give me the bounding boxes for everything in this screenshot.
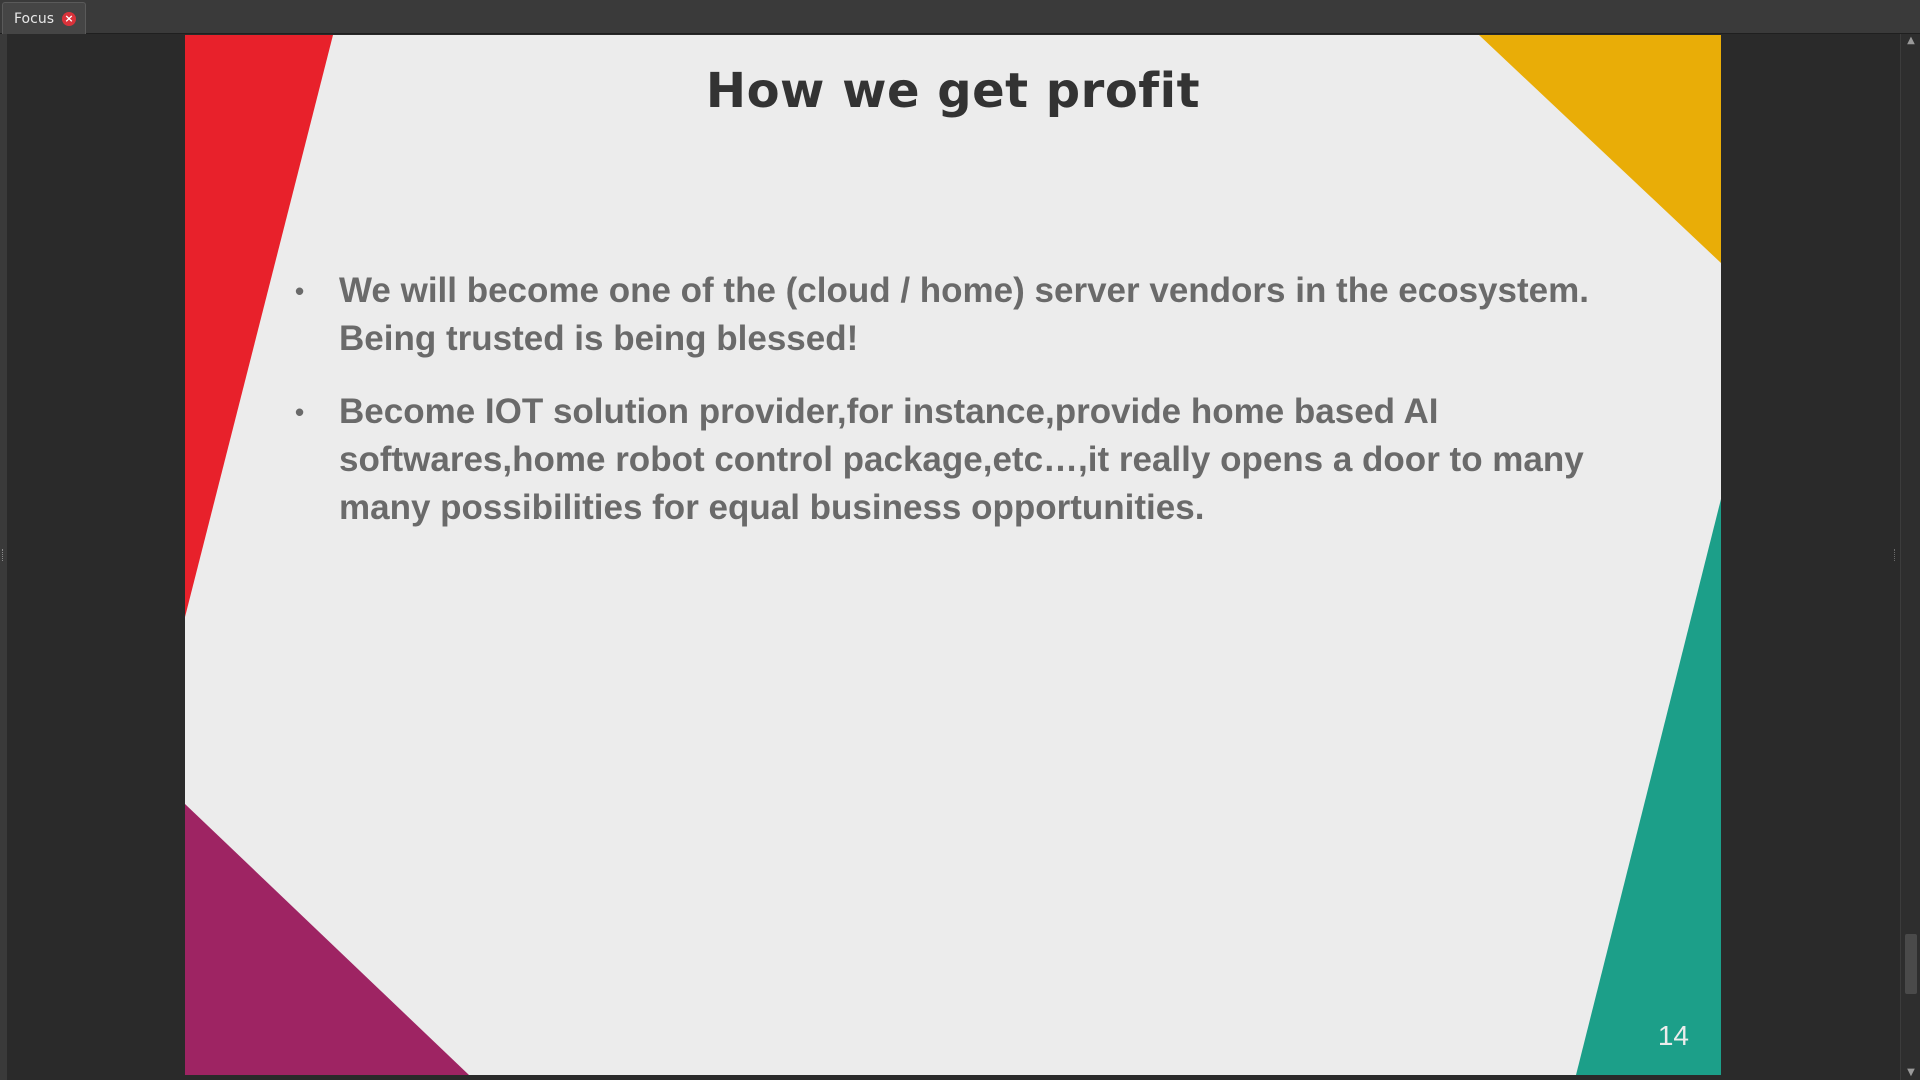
bullet-list: • We will become one of the (cloud / hom… [295,267,1635,557]
bullet-item: • We will become one of the (cloud / hom… [295,267,1635,363]
grip-icon [2,549,6,561]
bullet-item: • Become IOT solution provider,for insta… [295,388,1635,532]
scroll-up-arrow-icon[interactable]: ▲ [1904,34,1918,48]
slide-title: How we get profit [705,63,1201,119]
close-icon[interactable]: × [61,11,76,26]
slide-number: 14 [1657,1020,1689,1051]
purple-corner-shape [185,804,469,1075]
bullet-text: Become IOT solution provider,for instanc… [339,392,1584,527]
tab-bar: Focus × [0,0,1920,34]
bullet-icon: • [295,397,305,427]
left-panel-handle[interactable] [0,34,7,1080]
presentation-view: How we get profit • We will become one o… [0,34,1920,1080]
slide: How we get profit • We will become one o… [185,35,1721,1075]
bullet-icon: • [295,276,305,306]
vertical-scrollbar[interactable]: ▲ ▼ [1900,34,1920,1080]
grip-icon [1894,549,1898,561]
tab-label: Focus [14,10,54,27]
tab-focus[interactable]: Focus × [2,2,86,34]
bullet-text: We will become one of the (cloud / home)… [339,271,1589,358]
scroll-down-arrow-icon[interactable]: ▼ [1904,1066,1918,1080]
scroll-thumb[interactable] [1905,934,1917,994]
teal-corner-shape [1576,499,1721,1075]
